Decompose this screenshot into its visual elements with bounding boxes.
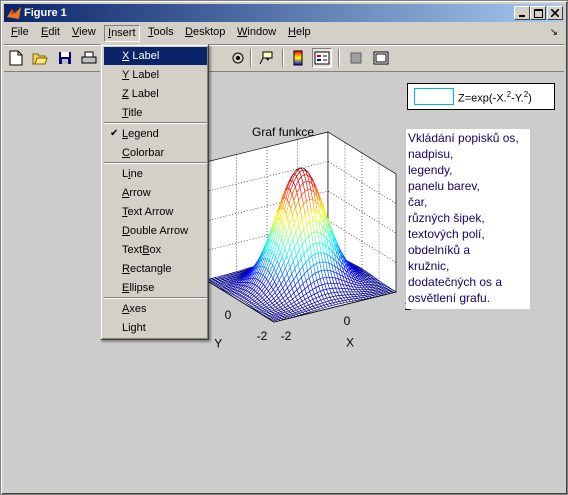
menu-edit[interactable]: Edit: [38, 25, 63, 42]
x-axis-label: X: [346, 335, 354, 349]
insert-menu-text-arrow[interactable]: Text Arrow: [104, 203, 207, 221]
insert-menu-y-label[interactable]: Y Label: [104, 66, 207, 84]
menu-help[interactable]: Help: [285, 25, 314, 42]
menu-desktop[interactable]: Desktop: [182, 25, 228, 42]
insert-menu-textbox[interactable]: TextBox: [104, 241, 207, 259]
insert-menu-arrow[interactable]: Arrow: [104, 184, 207, 202]
menu-window[interactable]: Window: [234, 25, 279, 42]
insert-menu-light[interactable]: Light: [104, 319, 207, 337]
save-icon: [59, 52, 71, 64]
insert-colorbar-button[interactable]: [288, 48, 308, 68]
menu-separator: [104, 122, 207, 124]
open-folder-icon: [32, 53, 48, 65]
legend-label: Z=exp(-X.2-Y.2): [458, 90, 532, 105]
checkmark-icon: ✔: [110, 128, 119, 139]
insert-menu-z-label[interactable]: Z Label: [104, 85, 207, 103]
window-title: Figure 1: [24, 7, 67, 19]
menu-separator: [104, 162, 207, 164]
y-tick-label: -2: [257, 329, 268, 343]
insert-menu-dropdown: X Label Y Label Z Label Title ✔ Legend Colorba…: [100, 44, 209, 340]
menu-insert[interactable]: Insert: [104, 25, 140, 42]
save-button[interactable]: [55, 48, 75, 68]
insert-menu-line[interactable]: Line: [104, 165, 207, 183]
insert-menu-axes[interactable]: Axes: [104, 300, 207, 318]
plot-tools-icon: [373, 51, 389, 65]
insert-menu-rectangle[interactable]: Rectangle: [104, 260, 207, 278]
insert-menu-colorbar[interactable]: Colorbar: [104, 144, 207, 162]
print-icon: [81, 51, 97, 64]
title-bar[interactable]: Figure 1: [4, 4, 564, 22]
dock-arrow-icon[interactable]: ↘: [550, 27, 558, 38]
new-figure-button[interactable]: [6, 48, 26, 68]
toolbar: [4, 44, 564, 70]
menu-separator: [104, 297, 207, 299]
close-button[interactable]: [547, 6, 563, 20]
menu-view[interactable]: View: [69, 25, 99, 42]
insert-menu-double-arrow[interactable]: Double Arrow: [104, 222, 207, 240]
menu-file[interactable]: File: [8, 25, 32, 42]
hide-plot-tools-button[interactable]: [346, 48, 366, 68]
figure-window: Figure 1 File Edit View Insert Tools Desktop W…: [0, 0, 568, 495]
insert-legend-button[interactable]: [312, 48, 332, 68]
square-icon: [350, 52, 362, 64]
open-button[interactable]: [30, 48, 50, 68]
figure-canvas[interactable]: -202-20XY Graf funkce Z=exp(-X.2-Y.2) Vk…: [4, 71, 564, 491]
close-icon: [551, 9, 559, 17]
x-tick-label: -2: [281, 329, 292, 343]
insert-menu-title[interactable]: Title: [104, 104, 207, 122]
insert-menu-legend[interactable]: ✔ Legend: [104, 125, 207, 143]
legend-swatch: [414, 88, 454, 105]
annotation-textbox[interactable]: Vkládání popisků os, nadpisu, legendy, p…: [406, 129, 530, 309]
data-cursor-icon: [259, 51, 273, 65]
legend[interactable]: Z=exp(-X.2-Y.2): [407, 83, 555, 110]
data-cursor-button[interactable]: [256, 48, 276, 68]
matlab-icon: [7, 7, 21, 19]
new-file-icon: [9, 50, 23, 66]
y-axis-label: Y: [214, 336, 222, 350]
maximize-button[interactable]: [530, 6, 546, 20]
menu-tools[interactable]: Tools: [145, 25, 177, 42]
y-tick-label: 0: [225, 308, 232, 322]
rotate-icon: [232, 52, 244, 64]
rotate-3d-button[interactable]: [228, 48, 248, 68]
minimize-button[interactable]: [514, 6, 530, 20]
maximize-icon: [533, 8, 543, 18]
insert-menu-x-label[interactable]: X Label: [104, 47, 207, 65]
legend-icon: [314, 51, 330, 65]
x-tick-label: 0: [344, 314, 351, 328]
insert-menu-ellipse[interactable]: Ellipse: [104, 279, 207, 297]
menu-bar: File Edit View Insert Tools Desktop Window Help…: [4, 23, 564, 42]
minimize-icon: [519, 15, 525, 17]
plot-title[interactable]: Graf funkce: [252, 125, 314, 139]
show-plot-tools-button[interactable]: [371, 48, 391, 68]
print-button[interactable]: [79, 48, 99, 68]
colorbar-icon: [293, 50, 303, 66]
